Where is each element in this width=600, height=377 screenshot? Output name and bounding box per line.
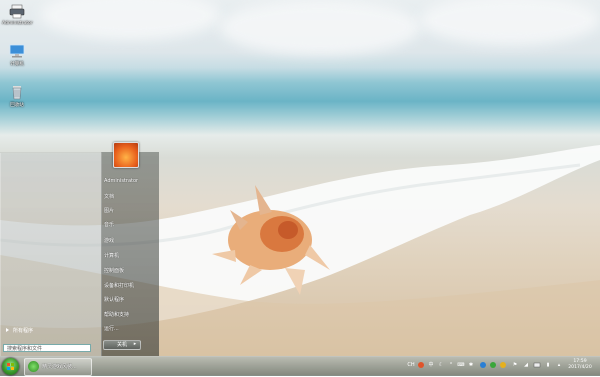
volume-icon[interactable]: ◢ [522, 361, 530, 369]
taskbar-app-button[interactable]: 精灵游戏风装... [24, 358, 92, 376]
start-button[interactable] [2, 358, 19, 375]
desktop-icon-computer[interactable]: 计算机 [2, 43, 32, 67]
search-placeholder: 搜索程序和文件 [7, 346, 43, 352]
flag-icon[interactable]: ⚑ [511, 361, 519, 369]
action-center-icon[interactable]: ▮ [544, 361, 552, 369]
search-input[interactable]: 搜索程序和文件 [3, 344, 91, 352]
app-icon [28, 361, 39, 372]
all-programs-button[interactable]: 所有程序 [6, 327, 33, 334]
all-programs-label: 所有程序 [13, 328, 34, 334]
chinese-icon[interactable]: 中 [427, 361, 435, 369]
windows-logo-icon [7, 363, 14, 370]
power-icon[interactable] [533, 361, 541, 369]
user-picture[interactable] [113, 142, 139, 168]
settings-icon[interactable]: ✱ [467, 361, 475, 369]
system-clock[interactable]: 17:59 2017/4/20 [566, 359, 594, 371]
desktop-icon-recycle-bin[interactable]: 回收站 [2, 84, 32, 108]
desktop-icon-label: Administrator [2, 21, 33, 26]
start-link-help-support[interactable]: 帮助和支持 [104, 311, 129, 318]
security-icon[interactable] [479, 361, 487, 369]
start-menu: Administrator 文档 图片 音乐 游戏 计算机 控制面板 设备和打印… [0, 142, 159, 358]
start-link-control-panel[interactable]: 控制面板 [104, 267, 124, 274]
desktop-icon-administrator[interactable]: Administrator [2, 3, 33, 26]
chevron-right-icon [6, 328, 9, 332]
start-link-run[interactable]: 运行... [104, 325, 119, 332]
printer-icon [9, 3, 25, 19]
moon-icon[interactable]: ☾ [437, 361, 445, 369]
start-link-pictures[interactable]: 图片 [104, 207, 114, 214]
keyboard-icon[interactable]: ⌨ [457, 361, 465, 369]
taskbar-app-label: 精灵游戏风装... [42, 364, 77, 370]
punctuation-icon[interactable]: ° [447, 361, 455, 369]
show-hidden-icon[interactable]: ▴ [555, 361, 563, 369]
recycle-bin-icon [9, 84, 25, 100]
desktop-icon-label: 回收站 [10, 103, 24, 108]
ime-indicator[interactable]: CH [407, 361, 415, 369]
start-link-computer[interactable]: 计算机 [104, 252, 119, 259]
taskbar: 精灵游戏风装... CH 中 ☾ ° ⌨ ✱ ⚑ ◢ ▮ ▴ 17:59 201… [0, 356, 600, 376]
start-link-default-programs[interactable]: 默认程序 [104, 296, 124, 303]
globe-icon[interactable] [489, 361, 497, 369]
shutdown-label: 关机 [116, 342, 127, 348]
network-icon[interactable] [499, 361, 507, 369]
computer-icon [9, 43, 25, 59]
shutdown-options-arrow-icon[interactable]: ▸ [131, 340, 139, 348]
start-link-music[interactable]: 音乐 [104, 221, 114, 228]
start-link-username[interactable]: Administrator [104, 178, 138, 184]
clock-date: 2017/4/20 [568, 365, 592, 370]
ime-mode-icon[interactable] [417, 361, 425, 369]
start-link-devices-printers[interactable]: 设备和打印机 [104, 282, 134, 289]
desktop-icon-label: 计算机 [10, 62, 24, 67]
start-link-games[interactable]: 游戏 [104, 237, 114, 244]
start-link-documents[interactable]: 文档 [104, 193, 114, 200]
